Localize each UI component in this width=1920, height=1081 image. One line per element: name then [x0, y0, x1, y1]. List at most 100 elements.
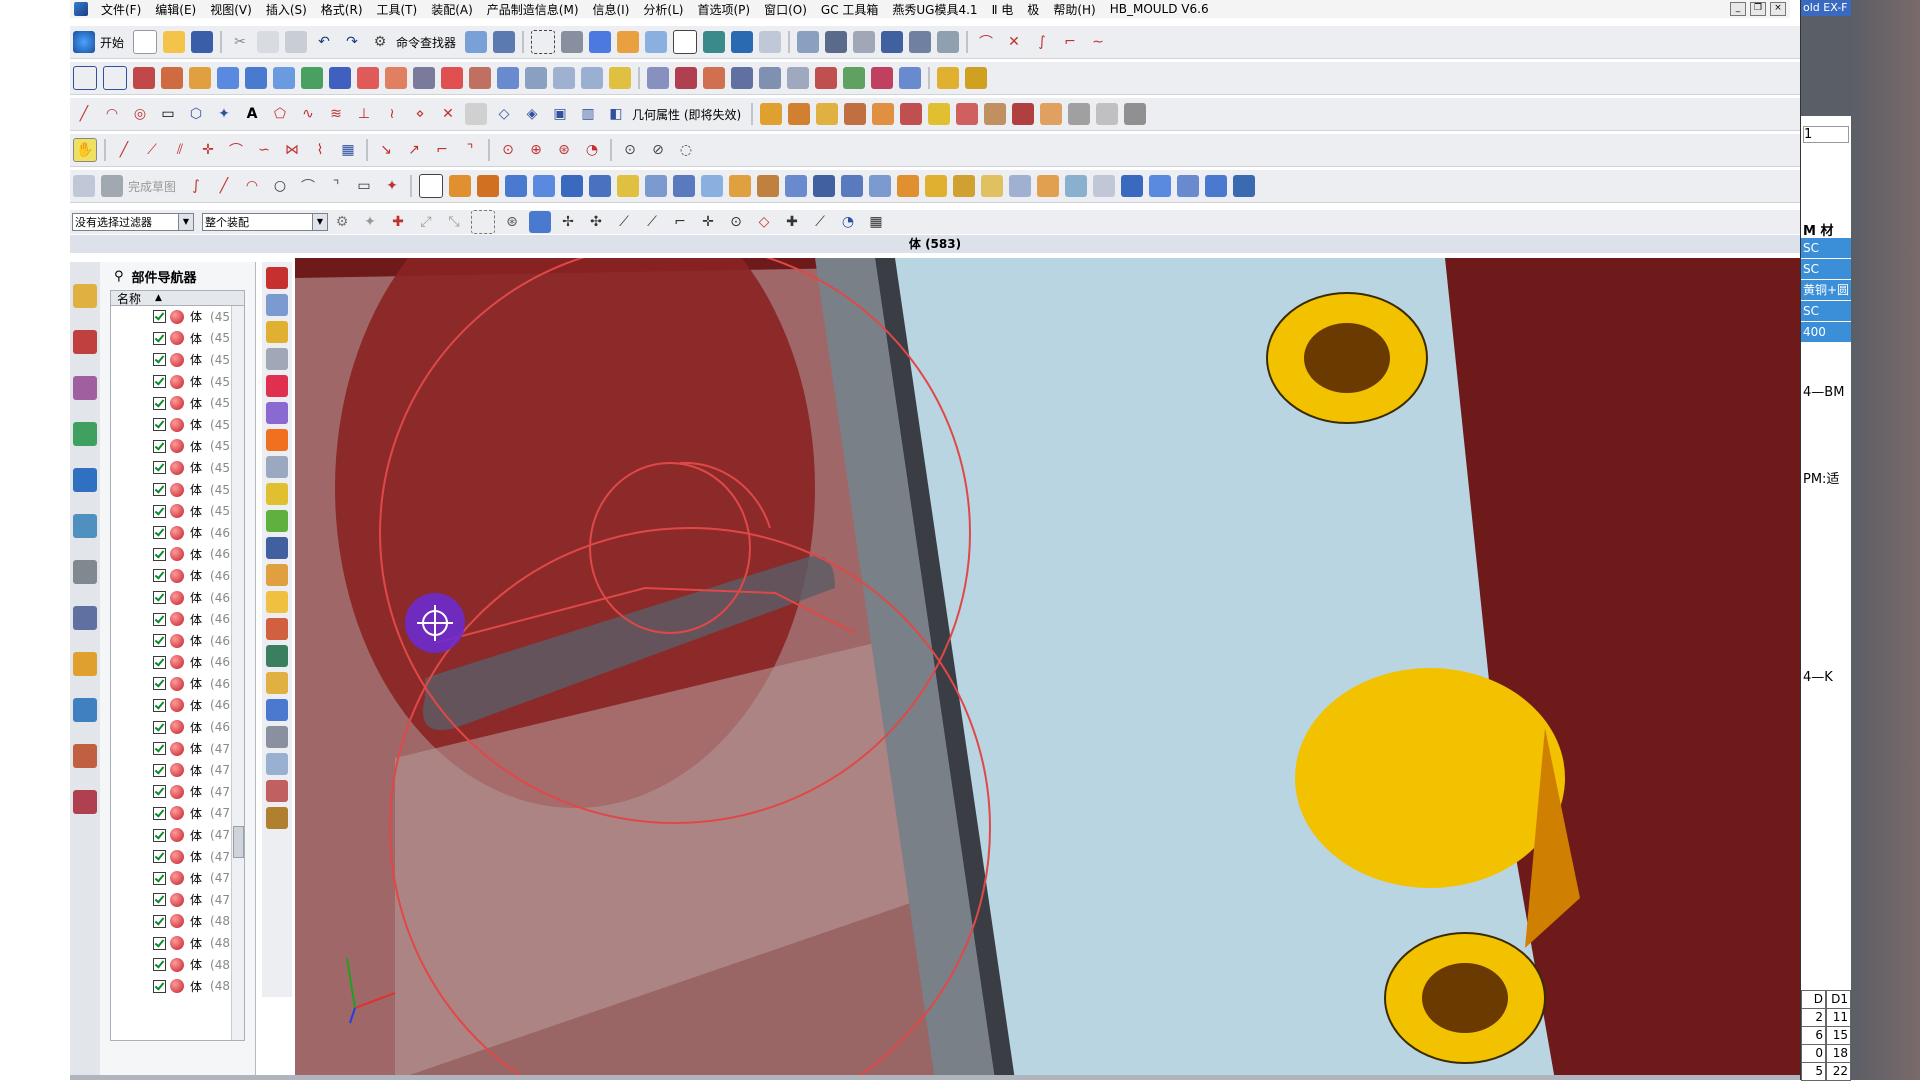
unite-icon[interactable] [357, 67, 379, 89]
mold-base-icon[interactable] [760, 103, 783, 125]
manufacturing-wizard-icon[interactable] [73, 652, 97, 676]
pin-icon[interactable]: ⚲ [114, 269, 124, 284]
polygon-icon[interactable]: ⬡ [185, 103, 207, 125]
tool-icon[interactable] [899, 67, 921, 89]
table-row[interactable]: 体 (48 [111, 911, 244, 933]
visibility-checkbox[interactable] [153, 612, 166, 626]
table-row[interactable]: 体 (45 [111, 457, 244, 479]
table-row[interactable]: 体 (46 [111, 587, 244, 609]
extract-curve-icon[interactable]: ✕ [437, 103, 459, 125]
menu-assembly[interactable]: 装配(A) [424, 1, 480, 18]
measure-angle-icon[interactable] [881, 31, 904, 53]
table-row[interactable]: 体 (47 [111, 781, 244, 803]
rectangle-select-icon[interactable] [73, 66, 97, 90]
visibility-checkbox[interactable] [153, 655, 166, 669]
ruler-icon[interactable] [937, 31, 960, 53]
join-curve-icon[interactable]: ◇ [493, 103, 515, 125]
visibility-checkbox[interactable] [153, 569, 166, 583]
section-curve-icon[interactable]: ⋄ [409, 103, 431, 125]
close-icon[interactable]: × [1770, 2, 1786, 16]
circle-radius-icon[interactable]: ◔ [581, 139, 603, 161]
type-filter-combo[interactable]: 没有选择过滤器 ▼ [72, 213, 194, 231]
select-solid-icon[interactable] [529, 211, 551, 233]
select-body-icon[interactable]: ⊛ [501, 211, 523, 233]
corner-icon[interactable]: ⌝ [459, 139, 481, 161]
extract-body-icon[interactable] [757, 175, 780, 197]
replace-face-icon[interactable] [703, 67, 725, 89]
sketch-chamfer2-icon[interactable]: ⌝ [325, 175, 347, 197]
pad-icon[interactable] [273, 67, 295, 89]
table-row[interactable]: 体 (45 [111, 500, 244, 522]
delete-face-icon[interactable] [675, 67, 697, 89]
sketch-plane-icon[interactable] [103, 66, 127, 90]
menu-edit[interactable]: 编辑(E) [148, 1, 203, 18]
curve-length-icon[interactable]: ▥ [577, 103, 599, 125]
cylinder-icon[interactable] [477, 175, 500, 197]
wave-linker-icon[interactable] [266, 483, 288, 505]
table-row[interactable]: 体 (46 [111, 608, 244, 630]
through-curves-icon[interactable] [1065, 175, 1088, 197]
menu-view[interactable]: 视图(V) [203, 1, 259, 18]
visibility-checkbox[interactable] [153, 461, 166, 475]
sketch-line-icon[interactable]: ╱ [113, 139, 135, 161]
undo-icon[interactable]: ↶ [313, 31, 335, 53]
selection-scope-combo[interactable]: 整个装配 ▼ [202, 213, 328, 231]
radial-dimension-icon[interactable] [871, 67, 893, 89]
navigator-scrollbar[interactable] [231, 306, 244, 1040]
visibility-checkbox[interactable] [153, 526, 166, 540]
scale-body-icon[interactable] [785, 175, 808, 197]
product-interface-icon[interactable] [266, 699, 288, 721]
cone-icon[interactable] [505, 175, 528, 197]
soft-blend-icon[interactable] [981, 175, 1004, 197]
quick-trim-icon[interactable]: ↘ [375, 139, 397, 161]
table-row[interactable]: 体 (45 [111, 479, 244, 501]
groove-icon[interactable] [329, 67, 351, 89]
add-component-icon[interactable] [266, 294, 288, 316]
sync-move-face-icon[interactable] [647, 67, 669, 89]
table-row[interactable]: 体 (45 [111, 392, 244, 414]
combine-curve-icon[interactable] [465, 103, 487, 125]
select-edge-icon[interactable]: ⤡ [443, 211, 465, 233]
offset-curve-icon[interactable]: ≋ [325, 103, 347, 125]
variational-sweep-icon[interactable] [1149, 175, 1172, 197]
geometric-properties-label[interactable]: 几何属性 (即将失效) [632, 106, 741, 123]
emboss-icon[interactable] [589, 175, 612, 197]
assembly-navigator-icon[interactable] [73, 284, 97, 308]
menu-format[interactable]: 格式(R) [314, 1, 370, 18]
cut-icon[interactable]: ✂ [229, 31, 251, 53]
system-materials-icon[interactable] [73, 744, 97, 768]
menu-tools[interactable]: 工具(T) [370, 1, 425, 18]
line-icon[interactable]: ╱ [73, 103, 95, 125]
sketch-point-icon[interactable]: ✦ [381, 175, 403, 197]
linear-dimension-icon[interactable] [843, 67, 865, 89]
arrangement-icon[interactable] [266, 564, 288, 586]
touch-mode-icon[interactable] [493, 31, 516, 53]
new-component-icon[interactable] [266, 321, 288, 343]
visibility-checkbox[interactable] [153, 958, 166, 972]
command-finder-label[interactable]: 命令查找器 [396, 34, 456, 51]
table-row[interactable]: 体 (48 [111, 932, 244, 954]
component-pattern-icon[interactable] [266, 348, 288, 370]
menu-window[interactable]: 窗口(O) [757, 1, 814, 18]
name-column-header[interactable]: 名称 ▲ [110, 290, 245, 306]
process-studio-icon[interactable] [73, 606, 97, 630]
pattern-icon[interactable] [609, 67, 631, 89]
replace-component-icon[interactable] [266, 753, 288, 775]
bounded-plane-icon[interactable] [1205, 175, 1228, 197]
table-row[interactable]: 体 (46 [111, 716, 244, 738]
trim-icon[interactable]: ✕ [1003, 31, 1025, 53]
table-row[interactable]: 体 (47 [111, 846, 244, 868]
cast-process-icon[interactable] [1124, 103, 1147, 125]
intersect-curve-icon[interactable]: ≀ [381, 103, 403, 125]
finish-sketch-icon[interactable] [101, 175, 123, 197]
extend-icon[interactable]: ∫ [1031, 31, 1053, 53]
menu-insert[interactable]: 插入(S) [259, 1, 314, 18]
sketch-mirror-icon[interactable]: ⋈ [281, 139, 303, 161]
snap-line-icon[interactable]: ⟋ [613, 211, 635, 233]
snap-endpoint-icon[interactable]: ✢ [557, 211, 579, 233]
table-row[interactable]: 体 (47 [111, 867, 244, 889]
gate-icon[interactable] [900, 103, 923, 125]
scrollbar-thumb[interactable] [233, 826, 244, 858]
visibility-checkbox[interactable] [153, 785, 166, 799]
history-icon[interactable] [73, 560, 97, 584]
